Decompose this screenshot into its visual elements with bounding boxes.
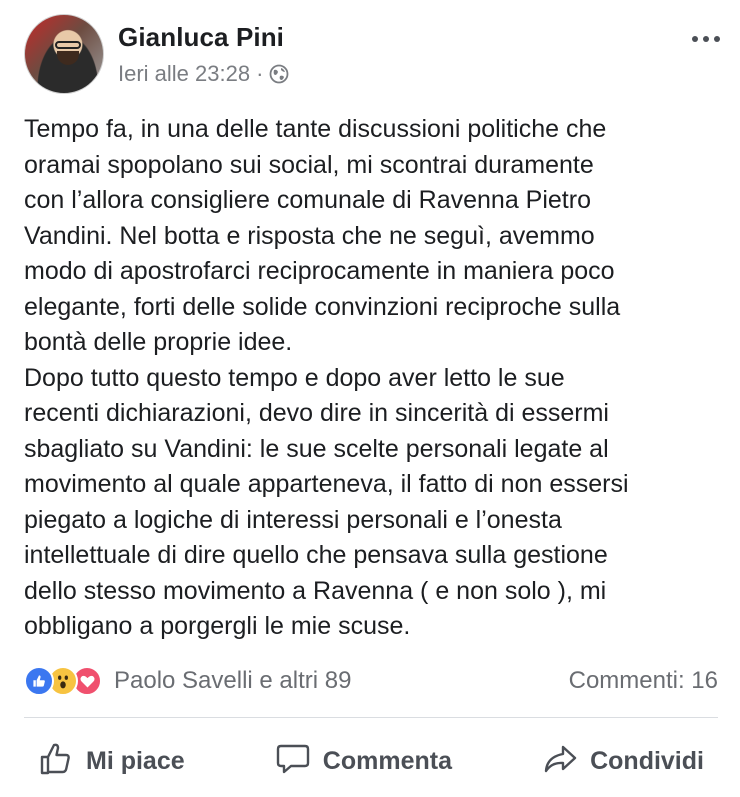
- more-dot-icon: [714, 36, 720, 42]
- like-icon: [24, 666, 54, 696]
- actions-divider: [24, 717, 718, 718]
- comments-count-link[interactable]: Commenti: 16: [569, 667, 718, 695]
- reactions-label: Paolo Savelli e altri 89: [114, 667, 352, 694]
- post-actions: Mi piace Commenta Condividi: [24, 734, 718, 788]
- post-body-text: Tempo fa, in una delle tante discussioni…: [24, 115, 629, 640]
- author-avatar[interactable]: [24, 14, 104, 94]
- post-timestamp[interactable]: Ieri alle 23:28: [118, 61, 250, 87]
- reactions-summary[interactable]: Paolo Savelli e altri 89: [24, 666, 351, 696]
- reactions-bar: Paolo Savelli e altri 89 Commenti: 16: [24, 664, 718, 698]
- thumbs-up-icon: [38, 741, 74, 782]
- more-dot-icon: [692, 36, 698, 42]
- reaction-icons: [24, 666, 102, 696]
- share-arrow-icon: [542, 741, 578, 782]
- post-header: Gianluca Pini Ieri alle 23:28 ·: [24, 14, 724, 96]
- comment-button[interactable]: Commenta: [261, 737, 466, 786]
- share-button-label: Condividi: [590, 746, 704, 775]
- share-button[interactable]: Condividi: [528, 737, 718, 786]
- like-button[interactable]: Mi piace: [24, 737, 199, 786]
- comment-button-label: Commenta: [322, 746, 452, 775]
- more-dot-icon: [703, 36, 709, 42]
- like-button-label: Mi piace: [86, 746, 185, 775]
- avatar-glasses: [55, 41, 81, 49]
- author-name[interactable]: Gianluca Pini: [118, 22, 284, 53]
- post-meta: Ieri alle 23:28 ·: [118, 61, 289, 87]
- globe-icon: [269, 64, 289, 84]
- speech-bubble-icon: [275, 741, 311, 782]
- meta-separator: ·: [256, 61, 264, 86]
- avatar-beard: [57, 51, 79, 65]
- more-options-button[interactable]: [688, 32, 724, 46]
